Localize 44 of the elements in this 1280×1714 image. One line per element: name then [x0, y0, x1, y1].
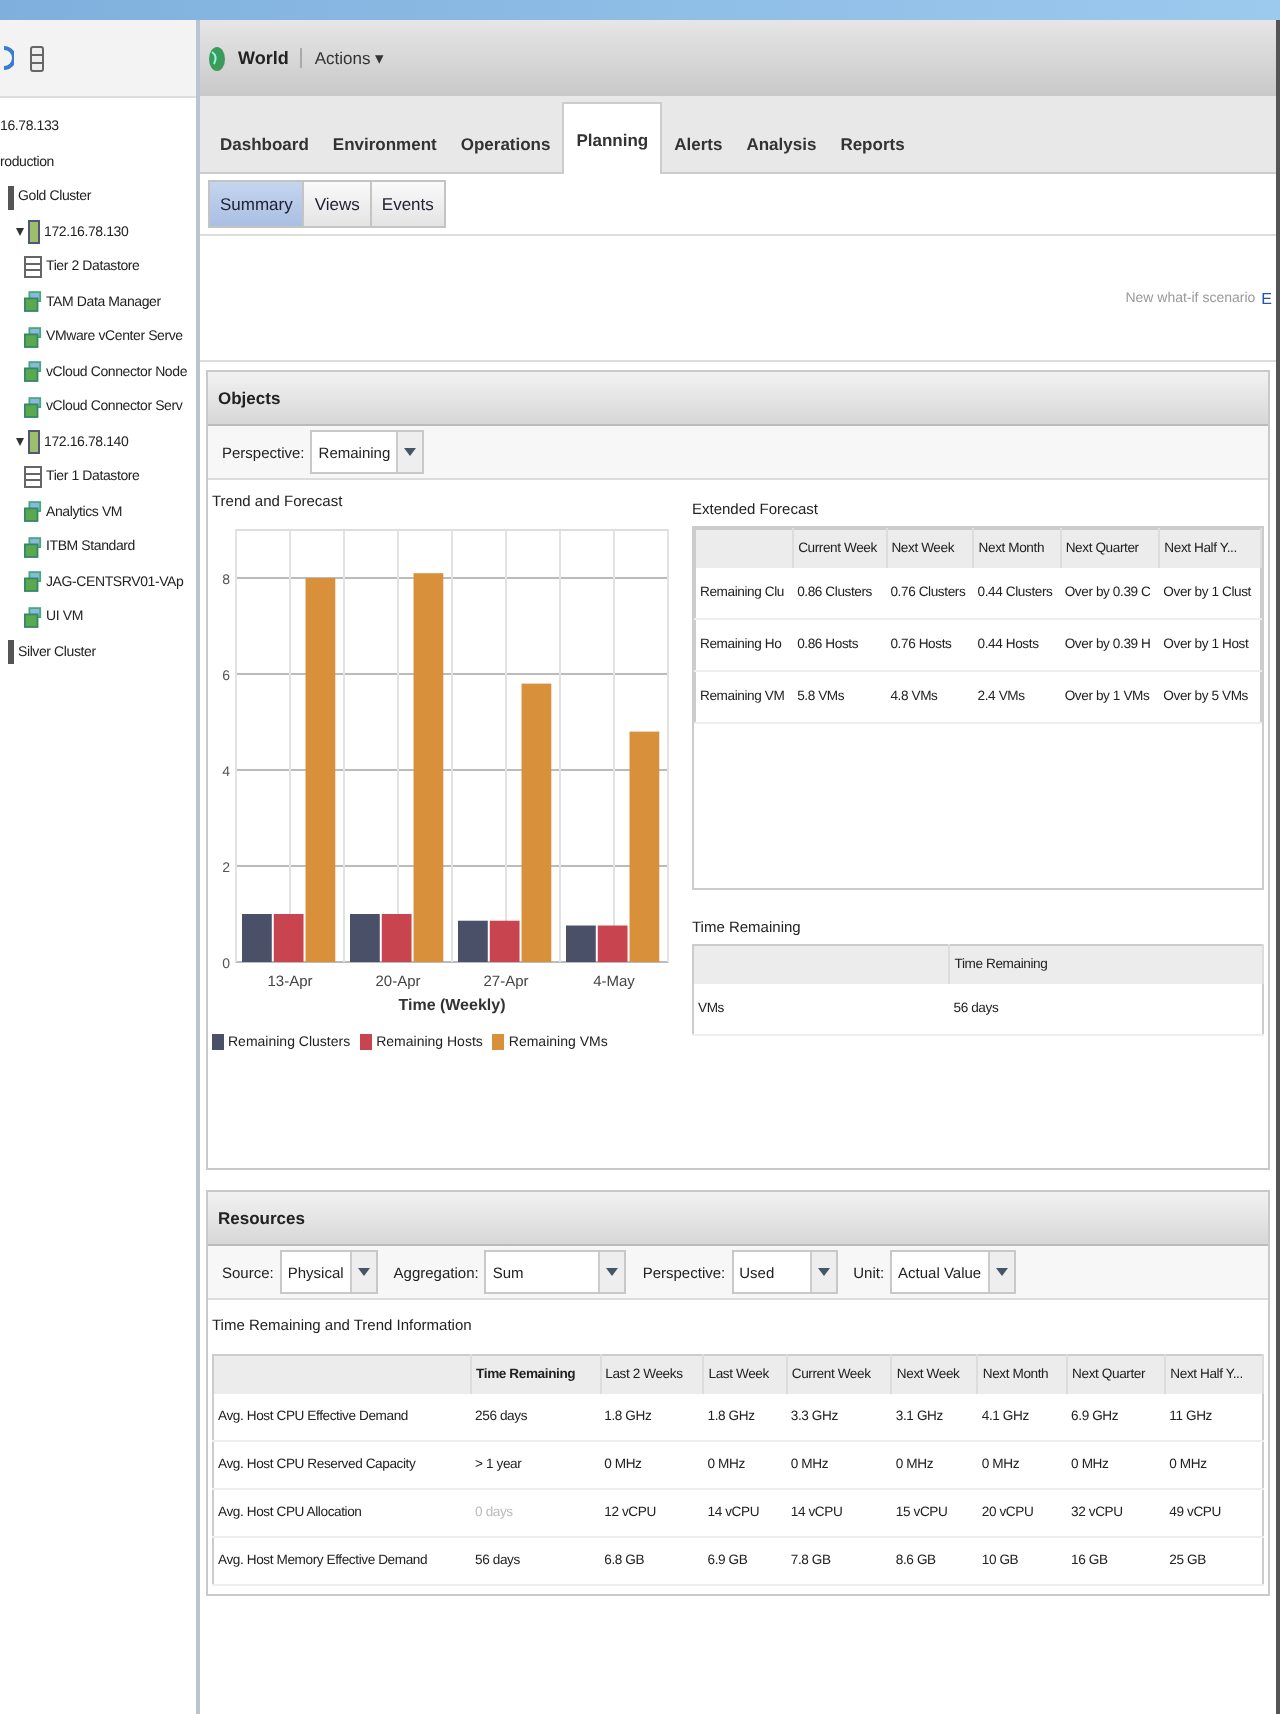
cluster-icon [8, 640, 14, 665]
vm-icon [24, 360, 42, 385]
panel-title: Resources [218, 1208, 305, 1228]
chevron-down-icon [404, 448, 417, 456]
vm-icon [24, 325, 42, 350]
tab[interactable]: Environment [320, 114, 449, 174]
vm-icon [24, 290, 42, 315]
refresh-icon[interactable] [4, 46, 14, 70]
tab[interactable]: Reports [828, 114, 917, 174]
expanded-arrow-icon[interactable] [16, 436, 24, 449]
datastore-icon [24, 256, 42, 279]
vm-icon [24, 570, 42, 595]
cluster-icon [8, 185, 14, 210]
view-toggle[interactable]: Views [302, 180, 372, 228]
tab[interactable]: Alerts [662, 114, 735, 174]
x-axis-title: Time (Weekly) [398, 996, 506, 1014]
panel-title: Objects [218, 388, 281, 408]
tab[interactable]: Dashboard [208, 114, 321, 174]
chevron-down-icon [817, 1268, 830, 1276]
bar [350, 914, 380, 962]
bar [242, 914, 272, 962]
vm-icon [24, 535, 42, 560]
vm-icon [24, 500, 42, 525]
bar [458, 920, 488, 962]
bar [566, 925, 596, 962]
globe-icon [208, 45, 226, 71]
server-icon [28, 430, 40, 455]
tab[interactable]: Analysis [734, 114, 829, 174]
chevron-down-icon [606, 1268, 619, 1276]
datastore-icon [24, 466, 42, 489]
vm-icon [24, 605, 42, 630]
storage-icon[interactable] [30, 45, 44, 71]
scenario-link[interactable]: E [1261, 289, 1272, 307]
vm-icon [24, 395, 42, 420]
actions-menu[interactable]: Actions ▾ [314, 48, 386, 68]
view-toggle[interactable]: Summary [208, 180, 305, 228]
tab[interactable]: Operations [448, 114, 563, 174]
window-title: World [238, 48, 303, 68]
tab[interactable]: Planning [562, 102, 663, 174]
expanded-arrow-icon[interactable] [16, 226, 24, 239]
chevron-down-icon [995, 1268, 1008, 1276]
view-toggle[interactable]: Events [369, 180, 446, 228]
chevron-down-icon [357, 1268, 370, 1276]
server-icon [28, 220, 40, 245]
